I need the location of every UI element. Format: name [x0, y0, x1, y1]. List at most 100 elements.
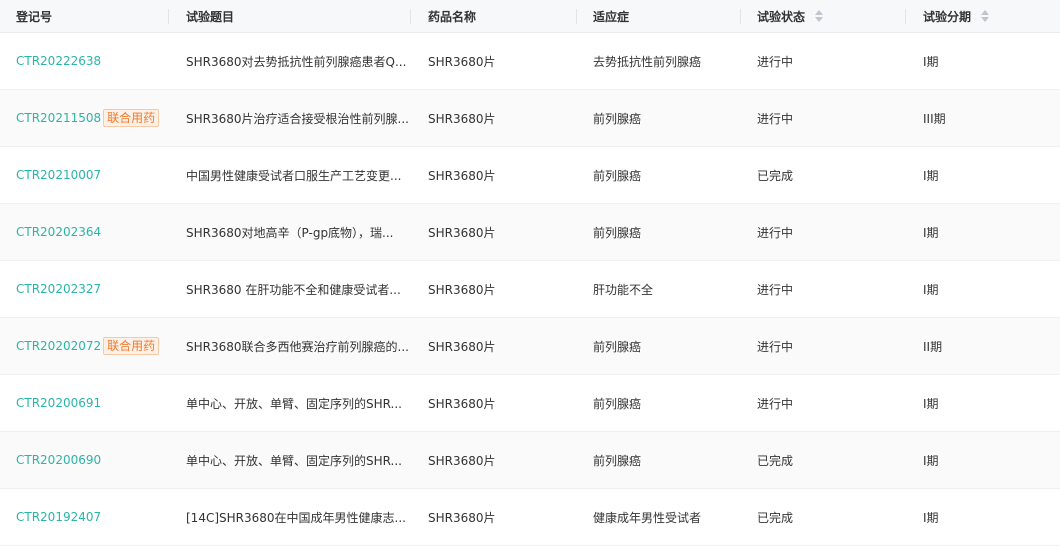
drug-name: SHR3680片: [428, 453, 496, 468]
drug-name: SHR3680片: [428, 111, 496, 126]
indication: 前列腺癌: [593, 396, 642, 411]
cell-status: 进行中: [740, 33, 905, 89]
cell-drug: SHR3680片: [410, 432, 576, 488]
table-row[interactable]: CTR20202072 联合用药 SHR3680联合多西他赛治疗前列腺癌的...…: [0, 318, 1060, 375]
cell-title: SHR3680对去势抵抗性前列腺癌患者Q...: [168, 33, 410, 89]
cell-drug: SHR3680片: [410, 375, 576, 431]
table-header: 登记号 试验题目 药品名称 适应症 试验状态 试验分期: [0, 0, 1060, 33]
header-status[interactable]: 试验状态: [740, 0, 905, 32]
reg-no-link[interactable]: CTR20200690: [16, 453, 101, 467]
cell-indication: 前列腺癌: [576, 147, 740, 203]
trial-phase: I期: [923, 225, 939, 240]
cell-status: 已完成: [740, 432, 905, 488]
trial-status: 进行中: [757, 339, 794, 354]
trial-status: 进行中: [757, 111, 794, 126]
trial-phase: I期: [923, 453, 939, 468]
cell-title: 单中心、开放、单臂、固定序列的SHR...: [168, 375, 410, 431]
cell-phase: I期: [905, 147, 1060, 203]
trial-title: 单中心、开放、单臂、固定序列的SHR...: [186, 396, 402, 411]
header-phase-label: 试验分期: [923, 9, 972, 24]
header-reg-no-label: 登记号: [16, 9, 53, 24]
cell-title: SHR3680联合多西他赛治疗前列腺癌的...: [168, 318, 410, 374]
cell-drug: SHR3680片: [410, 318, 576, 374]
cell-status: 进行中: [740, 318, 905, 374]
trial-title: [14C]SHR3680在中国成年男性健康志...: [186, 510, 406, 525]
reg-no-link[interactable]: CTR20192407: [16, 510, 101, 524]
cell-status: 进行中: [740, 90, 905, 146]
cell-drug: SHR3680片: [410, 33, 576, 89]
cell-title: 单中心、开放、单臂、固定序列的SHR...: [168, 432, 410, 488]
trial-status: 进行中: [757, 225, 794, 240]
trial-phase: I期: [923, 282, 939, 297]
cell-indication: 前列腺癌: [576, 90, 740, 146]
header-title: 试验题目: [168, 0, 410, 32]
cell-indication: 前列腺癌: [576, 432, 740, 488]
drug-name: SHR3680片: [428, 510, 496, 525]
reg-no-link[interactable]: CTR20202327: [16, 282, 101, 296]
cell-drug: SHR3680片: [410, 147, 576, 203]
table-row[interactable]: CTR20222638 SHR3680对去势抵抗性前列腺癌患者Q... SHR3…: [0, 33, 1060, 90]
indication: 前列腺癌: [593, 453, 642, 468]
header-drug: 药品名称: [410, 0, 576, 32]
header-indication-label: 适应症: [593, 9, 630, 24]
trial-title: SHR3680联合多西他赛治疗前列腺癌的...: [186, 339, 409, 354]
cell-phase: I期: [905, 33, 1060, 89]
indication: 前列腺癌: [593, 339, 642, 354]
cell-phase: I期: [905, 375, 1060, 431]
cell-indication: 去势抵抗性前列腺癌: [576, 33, 740, 89]
trial-status: 进行中: [757, 396, 794, 411]
reg-no-link[interactable]: CTR20202072: [16, 339, 101, 353]
indication: 肝功能不全: [593, 282, 654, 297]
trial-phase: I期: [923, 510, 939, 525]
header-reg-no: 登记号: [0, 0, 168, 32]
reg-no-link[interactable]: CTR20210007: [16, 168, 101, 182]
cell-reg-no: CTR20202072 联合用药: [0, 318, 168, 374]
cell-phase: I期: [905, 261, 1060, 317]
cell-reg-no: CTR20192407: [0, 489, 168, 545]
sort-caret-icon[interactable]: [981, 10, 990, 22]
sort-caret-icon[interactable]: [815, 10, 824, 22]
trial-status: 进行中: [757, 282, 794, 297]
cell-title: SHR3680 在肝功能不全和健康受试者...: [168, 261, 410, 317]
trial-phase: I期: [923, 396, 939, 411]
trial-title: SHR3680对去势抵抗性前列腺癌患者Q...: [186, 54, 407, 69]
table-row[interactable]: CTR20200690 单中心、开放、单臂、固定序列的SHR... SHR368…: [0, 432, 1060, 489]
reg-no-link[interactable]: CTR20200691: [16, 396, 101, 410]
indication: 前列腺癌: [593, 111, 642, 126]
header-phase[interactable]: 试验分期: [905, 0, 1060, 32]
trial-title: SHR3680片治疗适合接受根治性前列腺...: [186, 111, 409, 126]
cell-title: [14C]SHR3680在中国成年男性健康志...: [168, 489, 410, 545]
cell-reg-no: CTR20202364: [0, 204, 168, 260]
trial-title: SHR3680 在肝功能不全和健康受试者...: [186, 282, 401, 297]
cell-title: SHR3680对地高辛（P-gp底物），瑞...: [168, 204, 410, 260]
reg-no-link[interactable]: CTR20222638: [16, 54, 101, 68]
cell-phase: I期: [905, 432, 1060, 488]
indication: 去势抵抗性前列腺癌: [593, 54, 702, 69]
cell-phase: I期: [905, 204, 1060, 260]
table-row[interactable]: CTR20211508 联合用药 SHR3680片治疗适合接受根治性前列腺...…: [0, 90, 1060, 147]
drug-name: SHR3680片: [428, 225, 496, 240]
trial-status: 已完成: [757, 510, 794, 525]
cell-drug: SHR3680片: [410, 204, 576, 260]
trial-phase: II期: [923, 339, 943, 354]
cell-indication: 肝功能不全: [576, 261, 740, 317]
table-row[interactable]: CTR20192407 [14C]SHR3680在中国成年男性健康志... SH…: [0, 489, 1060, 546]
cell-reg-no: CTR20200691: [0, 375, 168, 431]
table-row[interactable]: CTR20202327 SHR3680 在肝功能不全和健康受试者... SHR3…: [0, 261, 1060, 318]
reg-no-link[interactable]: CTR20211508: [16, 111, 101, 125]
cell-reg-no: CTR20210007: [0, 147, 168, 203]
combination-tag: 联合用药: [103, 337, 160, 355]
cell-status: 已完成: [740, 489, 905, 545]
table-row[interactable]: CTR20210007 中国男性健康受试者口服生产工艺变更... SHR3680…: [0, 147, 1060, 204]
table-row[interactable]: CTR20202364 SHR3680对地高辛（P-gp底物），瑞... SHR…: [0, 204, 1060, 261]
reg-no-link[interactable]: CTR20202364: [16, 225, 101, 239]
cell-phase: III期: [905, 90, 1060, 146]
cell-title: SHR3680片治疗适合接受根治性前列腺...: [168, 90, 410, 146]
trial-status: 已完成: [757, 168, 794, 183]
cell-reg-no: CTR20200690: [0, 432, 168, 488]
trial-phase: I期: [923, 54, 939, 69]
cell-drug: SHR3680片: [410, 489, 576, 545]
table-row[interactable]: CTR20200691 单中心、开放、单臂、固定序列的SHR... SHR368…: [0, 375, 1060, 432]
cell-drug: SHR3680片: [410, 90, 576, 146]
indication: 前列腺癌: [593, 168, 642, 183]
